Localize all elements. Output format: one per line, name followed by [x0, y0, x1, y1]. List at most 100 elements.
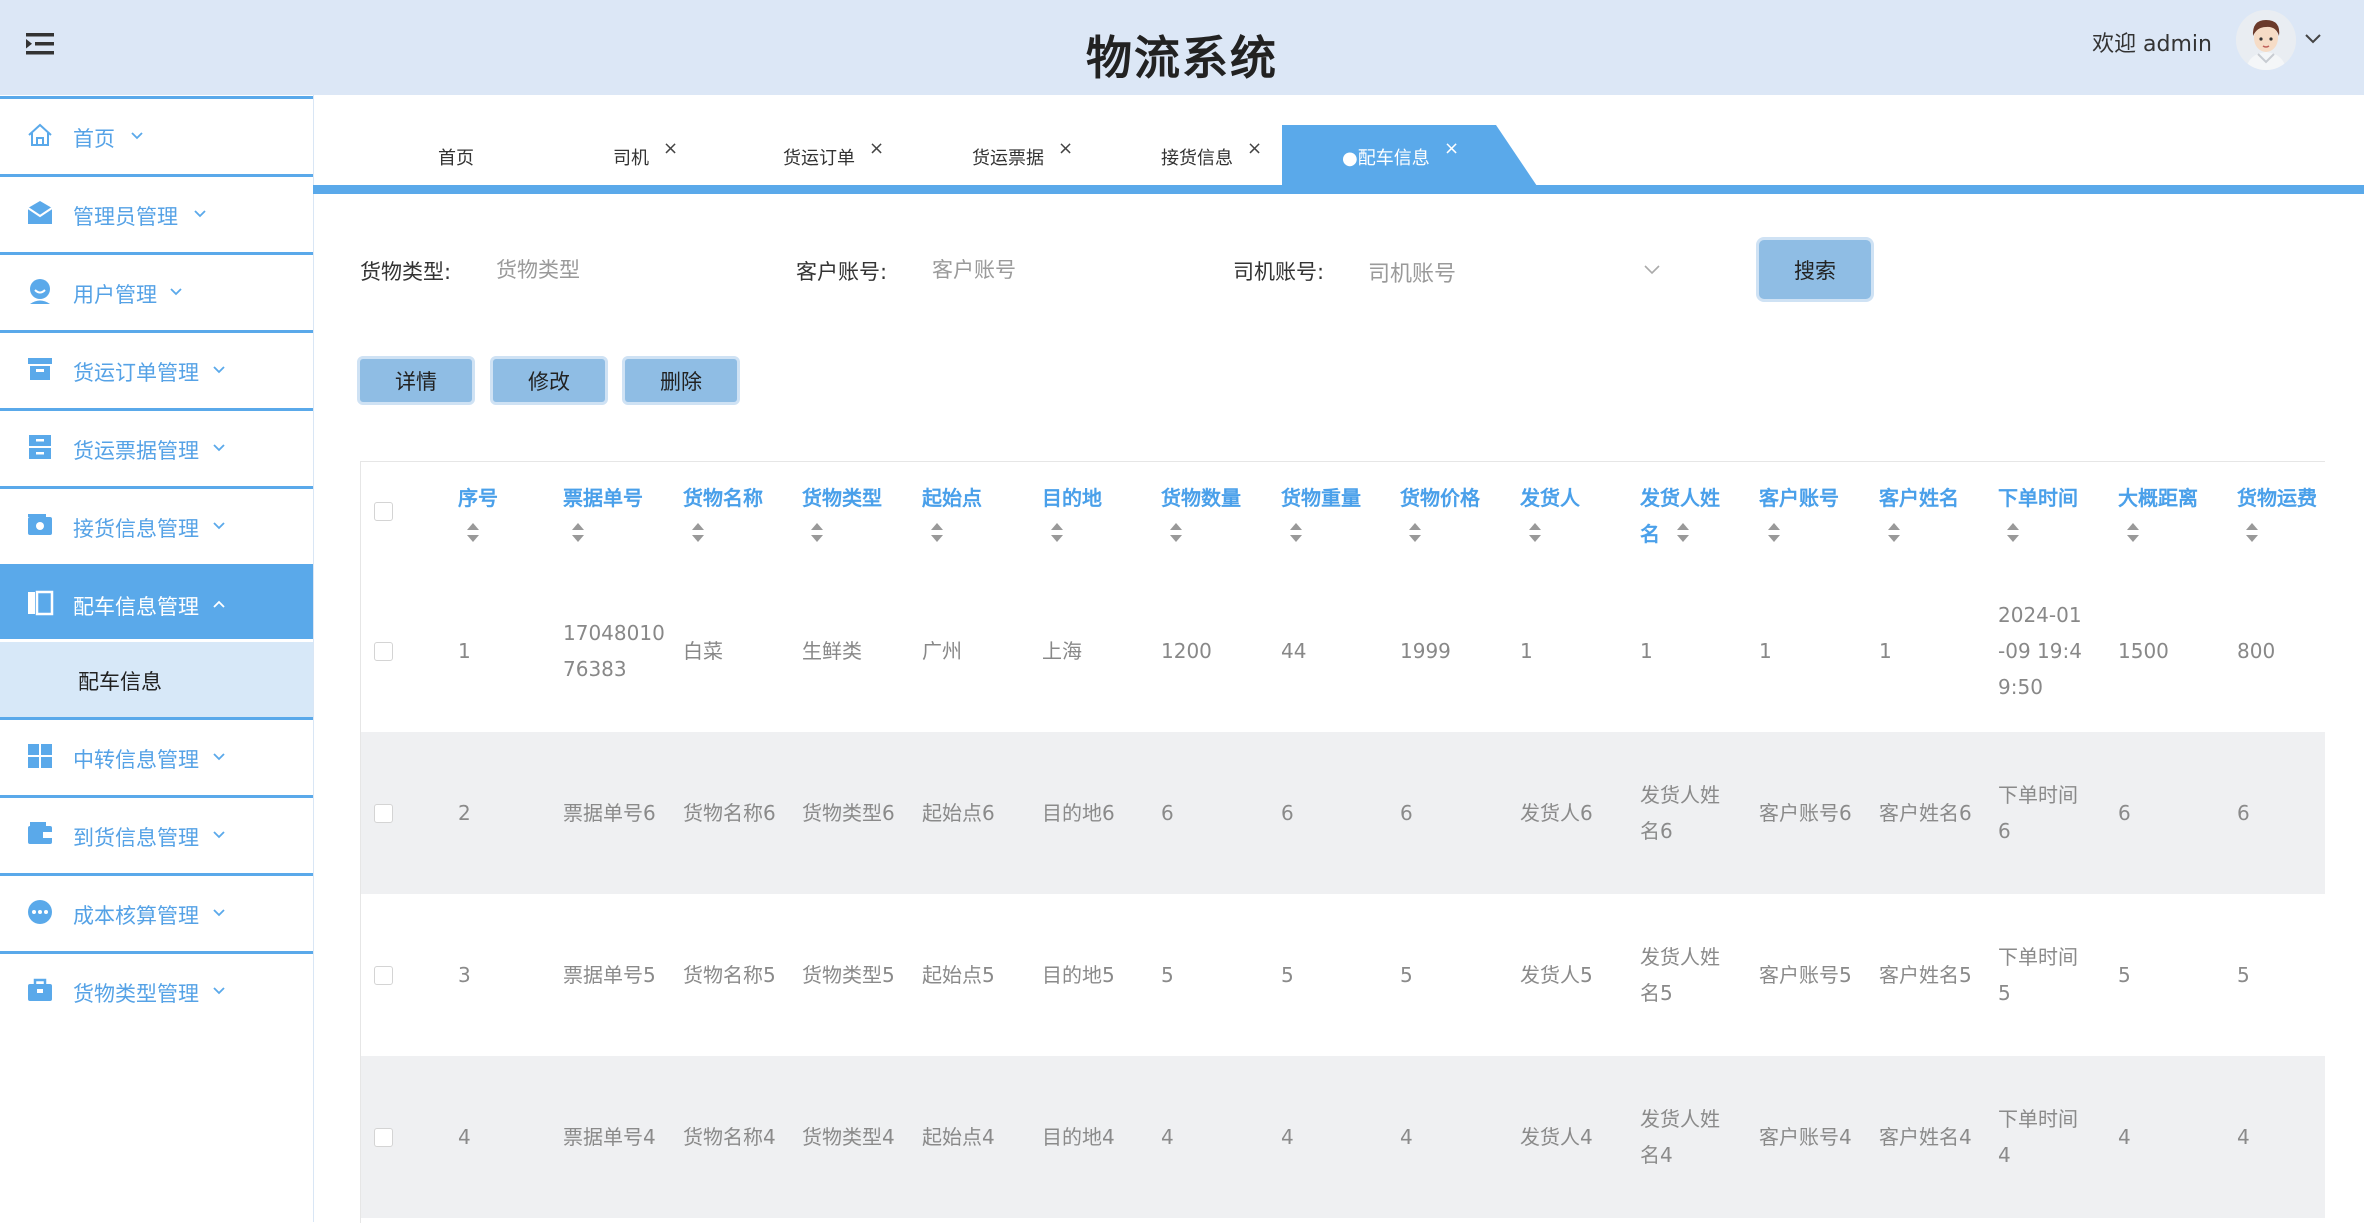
sort-icon[interactable]	[1050, 522, 1064, 544]
sidebar-item-admin[interactable]: 管理员管理	[0, 174, 313, 249]
edit-button[interactable]: 修改	[490, 356, 608, 405]
column-header[interactable]: 货物运费	[2237, 480, 2325, 516]
tab-driver[interactable]: 司机 ×	[605, 125, 685, 185]
search-button[interactable]: 搜索	[1756, 237, 1874, 302]
tab-label: 司机	[613, 148, 649, 169]
select-all-checkbox[interactable]	[374, 502, 393, 521]
tab-dispatch-info[interactable]: ●配车信息 ×	[1334, 125, 1474, 185]
sidebar-item-orders[interactable]: 货运订单管理	[0, 330, 313, 405]
sidebar-item-pickup[interactable]: 接货信息管理	[0, 486, 313, 561]
sort-icon[interactable]	[1767, 522, 1781, 544]
sort-icon[interactable]	[1528, 522, 1542, 544]
column-header[interactable]: 票据单号	[563, 480, 668, 516]
cargo-type-input[interactable]	[494, 250, 748, 290]
sidebar-item-users[interactable]: 用户管理	[0, 252, 313, 327]
dispatch-table: 序号 票据单号 货物名称 货物类型 起始点 目的地 货物数量 货物重量 货物价格 发货人发货人姓名…	[360, 461, 2325, 1223]
column-header[interactable]: 发货人	[1520, 480, 1625, 516]
table-row[interactable]: 1 1704801076383 白菜 生鲜类 广州 上海 1200 44 1999 1 1 1 1 202…	[361, 570, 2325, 732]
table-cell: 6	[1281, 801, 1294, 825]
sort-icon[interactable]	[1169, 522, 1183, 544]
chevron-down-icon	[213, 831, 225, 839]
row-checkbox[interactable]	[374, 1128, 393, 1147]
sort-icon[interactable]	[1289, 522, 1303, 544]
close-icon[interactable]: ×	[1058, 138, 1073, 159]
sidebar-subitem-dispatch-info[interactable]: 配车信息	[0, 642, 313, 717]
sort-icon[interactable]	[2245, 522, 2259, 544]
column-header[interactable]: 大概距离	[2118, 480, 2223, 516]
sidebar-item-cost[interactable]: 成本核算管理	[0, 873, 313, 948]
sort-icon[interactable]	[1408, 522, 1422, 544]
table-cell: 起始点5	[922, 963, 995, 987]
table-cell: 目的地4	[1042, 1125, 1115, 1149]
column-header[interactable]: 序号	[458, 480, 543, 516]
column-header[interactable]: 货物价格	[1400, 480, 1505, 516]
table-cell: 4	[1400, 1125, 1413, 1149]
table-cell: 6	[1400, 801, 1413, 825]
tab-freight-orders[interactable]: 货运订单 ×	[775, 125, 895, 185]
sort-icon[interactable]	[571, 522, 585, 544]
tab-pickup-info[interactable]: 接货信息 ×	[1153, 125, 1273, 185]
table-row[interactable]: 4 票据单号4 货物名称4 货物类型4 起始点4 目的地4 4 4 4 发货人4 发货人姓名4 客户账…	[361, 1056, 2325, 1218]
column-header[interactable]: 起始点	[922, 480, 1027, 516]
sidebar-item-label: 中转信息管理	[73, 748, 199, 772]
sidebar-item-receipts[interactable]: 货运票据管理	[0, 408, 313, 483]
table-cell: 1704801076383	[563, 621, 665, 681]
table-cell: 下单时间6	[1998, 783, 2078, 843]
close-icon[interactable]: ×	[869, 138, 884, 159]
close-icon[interactable]: ×	[1247, 138, 1262, 159]
driver-account-label: 司机账号:	[1233, 260, 1325, 284]
table-row[interactable]: 2 票据单号6 货物名称6 货物类型6 起始点6 目的地6 6 6 6 发货人6 发货人姓名6 客户账…	[361, 732, 2325, 894]
sort-icon[interactable]	[2126, 522, 2140, 544]
row-checkbox[interactable]	[374, 804, 393, 823]
sort-icon[interactable]	[1887, 522, 1901, 544]
row-checkbox[interactable]	[374, 642, 393, 661]
column-header[interactable]: 货物名称	[683, 480, 788, 516]
tab-freight-receipts[interactable]: 货运票据 ×	[964, 125, 1084, 185]
driver-account-select[interactable]: 司机账号	[1368, 256, 1456, 288]
chevron-down-icon	[213, 909, 225, 917]
column-header[interactable]: 目的地	[1042, 480, 1147, 516]
customer-account-input[interactable]	[930, 250, 1184, 290]
sidebar-item-label: 货运订单管理	[73, 361, 199, 385]
chevron-down-icon[interactable]	[1643, 264, 1661, 276]
sidebar-item-transit[interactable]: 中转信息管理	[0, 717, 313, 792]
sort-icon[interactable]	[2006, 522, 2020, 544]
table-row[interactable]: 3 票据单号5 货物名称5 货物类型5 起始点5 目的地5 5 5 5 发货人5 发货人姓名5 客户账…	[361, 894, 2325, 1056]
table-cell: 上海	[1042, 639, 1082, 663]
chevron-down-icon[interactable]	[2304, 32, 2322, 46]
sidebar-item-label: 首页	[73, 127, 115, 151]
sort-icon[interactable]	[930, 522, 944, 544]
table-cell: 发货人4	[1520, 1125, 1593, 1149]
detail-button[interactable]: 详情	[357, 356, 475, 405]
table-cell: 4	[2118, 1125, 2131, 1149]
grid-icon	[28, 744, 52, 768]
sidebar-item-dispatch[interactable]: 配车信息管理	[0, 564, 313, 639]
column-header[interactable]: 客户账号	[1759, 480, 1864, 516]
delete-button[interactable]: 删除	[622, 356, 740, 405]
column-header[interactable]: 货物数量	[1161, 480, 1266, 516]
sidebar-item-home[interactable]: 首页	[0, 96, 313, 171]
table-cell: 客户姓名4	[1879, 1125, 1972, 1149]
column-header[interactable]: 货物类型	[802, 480, 907, 516]
sidebar-item-arrival[interactable]: 到货信息管理	[0, 795, 313, 870]
close-icon[interactable]: ×	[1444, 138, 1459, 159]
column-header[interactable]: 下单时间	[1998, 480, 2083, 516]
table-cell: 票据单号4	[563, 1125, 656, 1149]
table-cell: 发货人姓名6	[1640, 783, 1720, 843]
sort-icon[interactable]	[466, 522, 480, 544]
tab-home[interactable]: 首页	[430, 125, 510, 185]
sort-icon[interactable]	[810, 522, 824, 544]
table-cell: 44	[1281, 639, 1307, 663]
row-checkbox[interactable]	[374, 966, 393, 985]
sort-icon[interactable]	[691, 522, 705, 544]
close-icon[interactable]: ×	[663, 138, 678, 159]
sidebar-item-cargo-types[interactable]: 货物类型管理	[0, 951, 313, 1026]
table-cell: 白菜	[683, 639, 723, 663]
column-header[interactable]: 货物重量	[1281, 480, 1386, 516]
top-header: 物流系统 欢迎 admin	[0, 0, 2364, 95]
column-header[interactable]: 客户姓名	[1879, 480, 1984, 516]
sort-icon[interactable]	[1676, 522, 1690, 544]
avatar[interactable]	[2236, 10, 2296, 70]
avatar-image	[2236, 10, 2296, 70]
table-cell: 4	[2237, 1125, 2250, 1149]
